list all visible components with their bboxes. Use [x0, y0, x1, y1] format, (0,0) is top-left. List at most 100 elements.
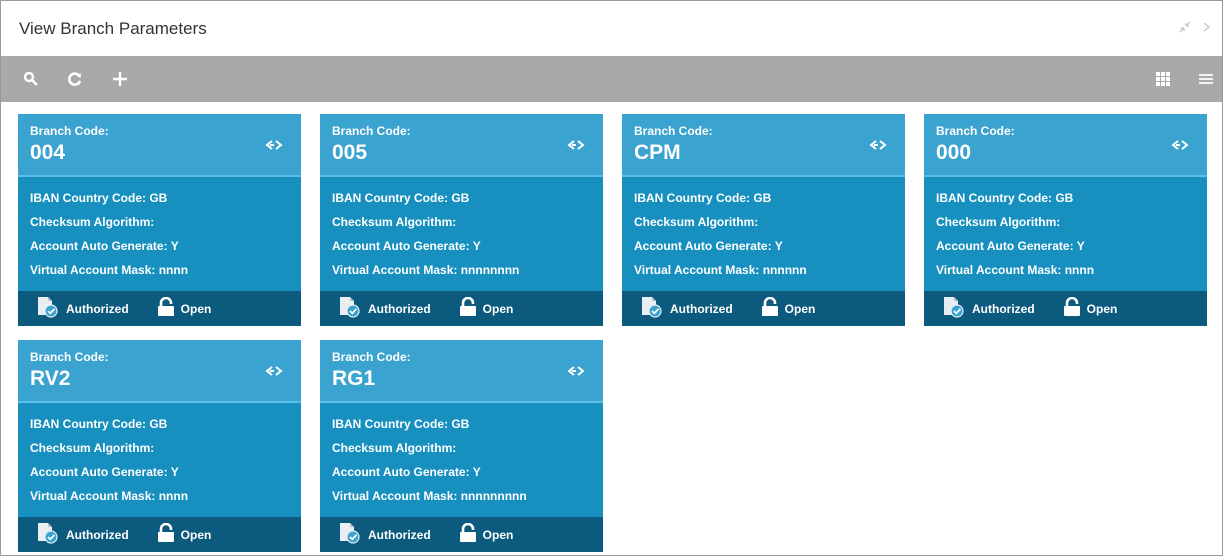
open-label: Open: [180, 301, 212, 316]
authorized-icon: [338, 522, 362, 547]
branch-card[interactable]: Branch Code: RV2 IBAN Country Code: GB C…: [18, 340, 301, 552]
toolbar: [1, 56, 1222, 102]
mask-row: Virtual Account Mask: nnnn: [30, 258, 289, 282]
grid-view-icon[interactable]: [1156, 72, 1170, 86]
checksum-label: Checksum Algorithm:: [634, 215, 759, 229]
authorized-label: Authorized: [66, 301, 129, 316]
card-body: IBAN Country Code: GB Checksum Algorithm…: [320, 177, 603, 291]
card-footer: Authorized Open: [320, 291, 603, 326]
auto-generate-value: Y: [170, 465, 179, 479]
search-icon[interactable]: [23, 71, 39, 87]
checksum-label: Checksum Algorithm:: [30, 441, 155, 455]
checksum-row: Checksum Algorithm:: [30, 436, 289, 460]
link-icon[interactable]: [565, 364, 587, 382]
iban-row: IBAN Country Code: GB: [30, 186, 289, 210]
authorized-label: Authorized: [670, 301, 733, 316]
add-icon[interactable]: [111, 70, 129, 88]
unlock-icon: [1063, 296, 1081, 320]
card-header: Branch Code: RV2: [18, 340, 301, 403]
card-header: Branch Code: RG1: [320, 340, 603, 403]
card-body: IBAN Country Code: GB Checksum Algorithm…: [18, 403, 301, 517]
mask-value: nnnnnnnn: [460, 263, 520, 277]
checksum-row: Checksum Algorithm:: [634, 210, 893, 234]
unlock-icon: [459, 522, 477, 546]
mask-row: Virtual Account Mask: nnnnnnnnn: [332, 484, 591, 508]
authorized-icon: [36, 296, 60, 321]
minimize-icon[interactable]: [1178, 20, 1192, 37]
branch-code-label: Branch Code:: [332, 124, 411, 138]
authorized-status: Authorized: [338, 296, 431, 321]
unlock-icon: [157, 296, 175, 320]
auto-generate-row: Account Auto Generate: Y: [332, 234, 591, 258]
branch-card[interactable]: Branch Code: 004 IBAN Country Code: GB C…: [18, 114, 301, 326]
window-controls: [1178, 20, 1212, 37]
auto-generate-value: Y: [472, 465, 481, 479]
mask-label: Virtual Account Mask:: [332, 263, 458, 277]
authorized-label: Authorized: [66, 527, 129, 542]
authorized-status: Authorized: [640, 296, 733, 321]
link-icon[interactable]: [565, 138, 587, 156]
auto-generate-label: Account Auto Generate:: [30, 239, 168, 253]
checksum-label: Checksum Algorithm:: [332, 215, 457, 229]
auto-generate-row: Account Auto Generate: Y: [634, 234, 893, 258]
mask-value: nnnn: [158, 489, 189, 503]
card-footer: Authorized Open: [622, 291, 905, 326]
link-icon[interactable]: [263, 364, 285, 382]
branch-card[interactable]: Branch Code: CPM IBAN Country Code: GB C…: [622, 114, 905, 326]
iban-label: IBAN Country Code:: [30, 191, 146, 205]
auto-generate-label: Account Auto Generate:: [936, 239, 1074, 253]
iban-value: GB: [451, 417, 470, 431]
mask-label: Virtual Account Mask:: [634, 263, 760, 277]
authorized-icon: [942, 296, 966, 321]
branch-code-label: Branch Code:: [936, 124, 1015, 138]
iban-row: IBAN Country Code: GB: [634, 186, 893, 210]
mask-label: Virtual Account Mask:: [936, 263, 1062, 277]
iban-value: GB: [149, 191, 168, 205]
open-label: Open: [482, 301, 514, 316]
checksum-label: Checksum Algorithm:: [332, 441, 457, 455]
open-status: Open: [1063, 296, 1118, 320]
open-label: Open: [784, 301, 816, 316]
mask-value: nnnn: [1064, 263, 1095, 277]
branch-code-value: 004: [30, 141, 66, 164]
branch-card[interactable]: Branch Code: RG1 IBAN Country Code: GB C…: [320, 340, 603, 552]
authorized-icon: [640, 296, 664, 321]
iban-label: IBAN Country Code:: [30, 417, 146, 431]
authorized-label: Authorized: [368, 301, 431, 316]
refresh-icon[interactable]: [67, 71, 83, 87]
link-icon[interactable]: [1169, 138, 1191, 156]
checksum-row: Checksum Algorithm:: [332, 210, 591, 234]
iban-value: GB: [753, 191, 772, 205]
card-body: IBAN Country Code: GB Checksum Algorithm…: [320, 403, 603, 517]
open-label: Open: [1086, 301, 1118, 316]
iban-row: IBAN Country Code: GB: [936, 186, 1195, 210]
card-header: Branch Code: 004: [18, 114, 301, 177]
card-body: IBAN Country Code: GB Checksum Algorithm…: [18, 177, 301, 291]
branch-card[interactable]: Branch Code: 005 IBAN Country Code: GB C…: [320, 114, 603, 326]
checksum-row: Checksum Algorithm:: [936, 210, 1195, 234]
window: View Branch Parameters Branch Code: 004 …: [0, 0, 1223, 556]
auto-generate-label: Account Auto Generate:: [332, 239, 470, 253]
open-status: Open: [157, 522, 211, 546]
branch-code-value: CPM: [634, 141, 681, 164]
auto-generate-row: Account Auto Generate: Y: [332, 460, 591, 484]
auto-generate-value: Y: [170, 239, 179, 253]
auto-generate-row: Account Auto Generate: Y: [936, 234, 1195, 258]
mask-label: Virtual Account Mask:: [30, 489, 156, 503]
card-footer: Authorized Open: [18, 517, 301, 552]
authorized-status: Authorized: [942, 296, 1035, 321]
auto-generate-label: Account Auto Generate:: [332, 465, 470, 479]
iban-row: IBAN Country Code: GB: [332, 186, 591, 210]
list-view-icon[interactable]: [1198, 72, 1214, 86]
unlock-icon: [761, 296, 779, 320]
branch-code-label: Branch Code:: [634, 124, 713, 138]
auto-generate-row: Account Auto Generate: Y: [30, 460, 289, 484]
unlock-icon: [157, 522, 175, 546]
authorized-label: Authorized: [368, 527, 431, 542]
link-icon[interactable]: [263, 138, 285, 156]
close-icon[interactable]: [1202, 20, 1212, 37]
branch-card[interactable]: Branch Code: 000 IBAN Country Code: GB C…: [924, 114, 1207, 326]
link-icon[interactable]: [867, 138, 889, 156]
card-body: IBAN Country Code: GB Checksum Algorithm…: [924, 177, 1207, 291]
card-header: Branch Code: 005: [320, 114, 603, 177]
